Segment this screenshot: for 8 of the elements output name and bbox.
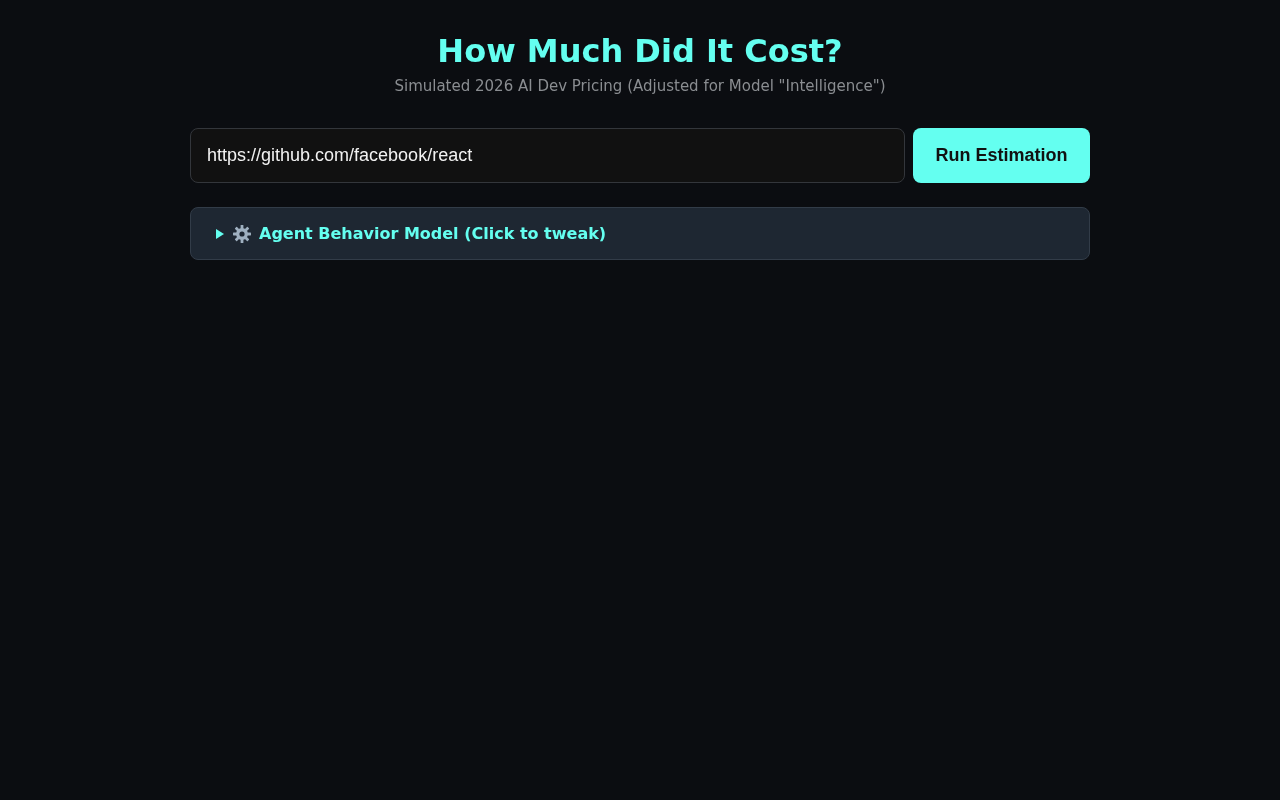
page-title: How Much Did It Cost?: [437, 31, 843, 71]
settings-panel[interactable]: Agent Behavior Model (Click to tweak): [190, 207, 1090, 260]
page-subtitle: Simulated 2026 AI Dev Pricing (Adjusted for Model "Intelligence"): [394, 76, 886, 96]
panel-summary[interactable]: Agent Behavior Model (Click to tweak): [259, 223, 607, 244]
gear-icon: [233, 224, 251, 243]
repo-url-input[interactable]: https://github.com/facebook/react: [190, 128, 905, 183]
run-estimation-button[interactable]: Run Estimation: [913, 128, 1090, 183]
caret-icon[interactable]: [215, 228, 225, 239]
